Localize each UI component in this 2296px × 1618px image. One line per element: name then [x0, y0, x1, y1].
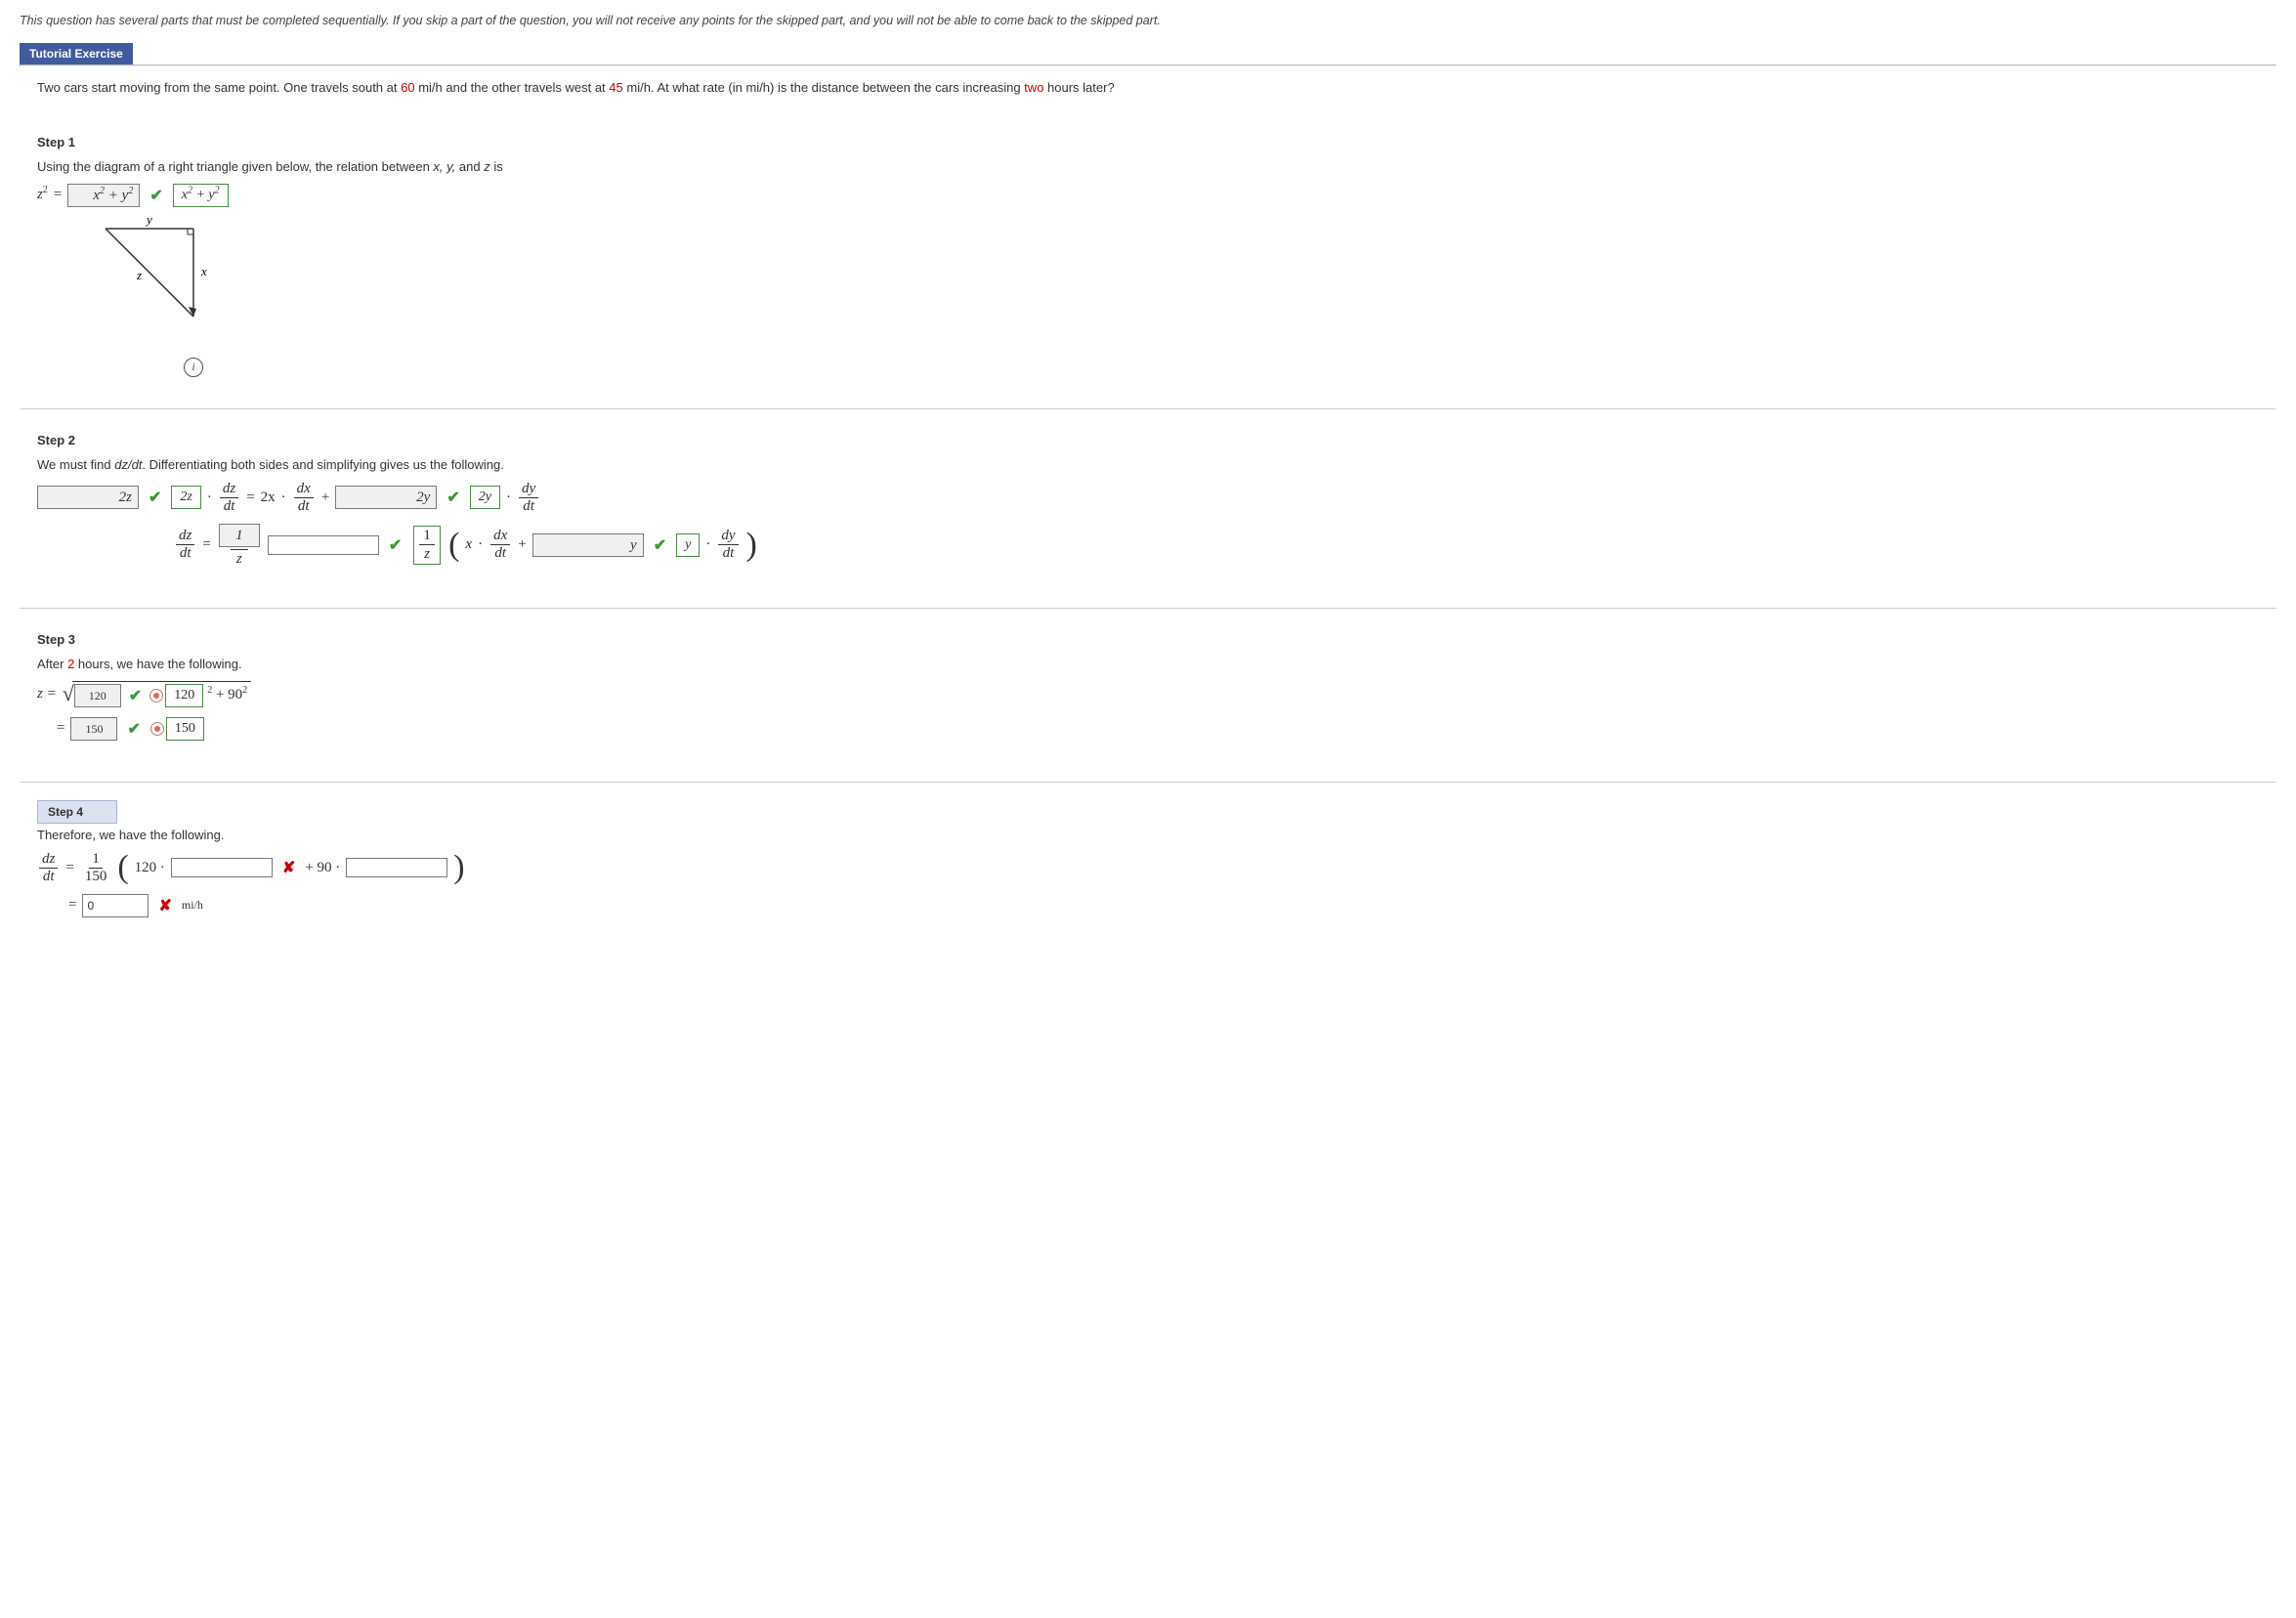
solution-y: y — [676, 533, 700, 557]
x-icon: ✘ — [158, 896, 171, 915]
step1-equation: z2 = x2 + y2 ✔ x2 + y2 — [37, 184, 2276, 207]
triangle-diagram: y x z — [96, 219, 213, 336]
step4-line1: dzdt = 1150 ( 120 · ✘ + 90 · ) — [37, 852, 2276, 884]
step3-input-120[interactable]: 120 — [74, 684, 121, 707]
step2-input-1overz[interactable]: 1 z — [219, 524, 260, 567]
step4-title: Step 4 — [37, 800, 117, 824]
step2-input-y[interactable]: y — [532, 533, 644, 557]
svg-text:x: x — [200, 264, 207, 278]
check-icon: ✔ — [389, 535, 402, 555]
target-icon — [149, 689, 163, 703]
svg-text:y: y — [145, 212, 152, 227]
divider — [20, 782, 2276, 783]
step2-title: Step 2 — [20, 409, 2276, 453]
step2-text: We must find dz/dt. Differentiating both… — [37, 457, 2276, 472]
step1-title: Step 1 — [20, 111, 2276, 155]
target-icon — [150, 722, 164, 736]
solution-120-wrap: 120 — [149, 684, 203, 707]
sequential-instructions: This question has several parts that mus… — [20, 8, 2276, 37]
check-icon: ✔ — [654, 535, 666, 555]
step1-solution: x2 + y2 — [173, 184, 229, 207]
step1-input[interactable]: x2 + y2 — [67, 184, 140, 207]
step4-input-a[interactable] — [171, 858, 273, 877]
svg-text:z: z — [136, 268, 142, 282]
step2-line1: 2z ✔ 2z · dzdt = 2x · dxdt + 2y ✔ 2y · d… — [37, 482, 2276, 514]
step2-line2: dzdt = 1 z ✔ 1 z ( x · dxdt + y ✔ y · dy… — [174, 524, 2276, 567]
step3-title: Step 3 — [20, 609, 2276, 653]
step3-line1: z = 120 ✔ 120 2 + 902 — [37, 681, 2276, 707]
solution-150-wrap: 150 — [150, 717, 204, 741]
step2-input-2y[interactable]: 2y — [335, 486, 437, 509]
check-icon: ✔ — [127, 719, 140, 739]
step1-text: Using the diagram of a right triangle gi… — [37, 159, 2276, 174]
step2-input-blank[interactable] — [268, 535, 379, 555]
solution-2z: 2z — [171, 486, 200, 509]
check-icon: ✔ — [446, 488, 459, 507]
check-icon: ✔ — [149, 488, 161, 507]
check-icon: ✔ — [129, 686, 142, 705]
solution-1overz: 1 z — [413, 526, 441, 565]
check-icon: ✔ — [149, 186, 162, 205]
step3-text: After 2 hours, we have the following. — [37, 657, 2276, 671]
step3-line2: = 150 ✔ 150 — [57, 717, 2276, 741]
x-icon: ✘ — [282, 858, 295, 877]
info-icon[interactable]: i — [184, 358, 203, 377]
step4-line2: = 0 ✘ mi/h — [68, 894, 2276, 917]
tutorial-exercise-bar: Tutorial Exercise — [20, 43, 133, 64]
step4-input-final[interactable]: 0 — [82, 894, 149, 917]
step2-input-2z[interactable]: 2z — [37, 486, 139, 509]
step4-text: Therefore, we have the following. — [37, 828, 2276, 842]
problem-statement: Two cars start moving from the same poin… — [37, 80, 1115, 95]
step4-input-b[interactable] — [346, 858, 447, 877]
step3-input-150[interactable]: 150 — [70, 717, 117, 741]
solution-2y: 2y — [470, 486, 500, 509]
